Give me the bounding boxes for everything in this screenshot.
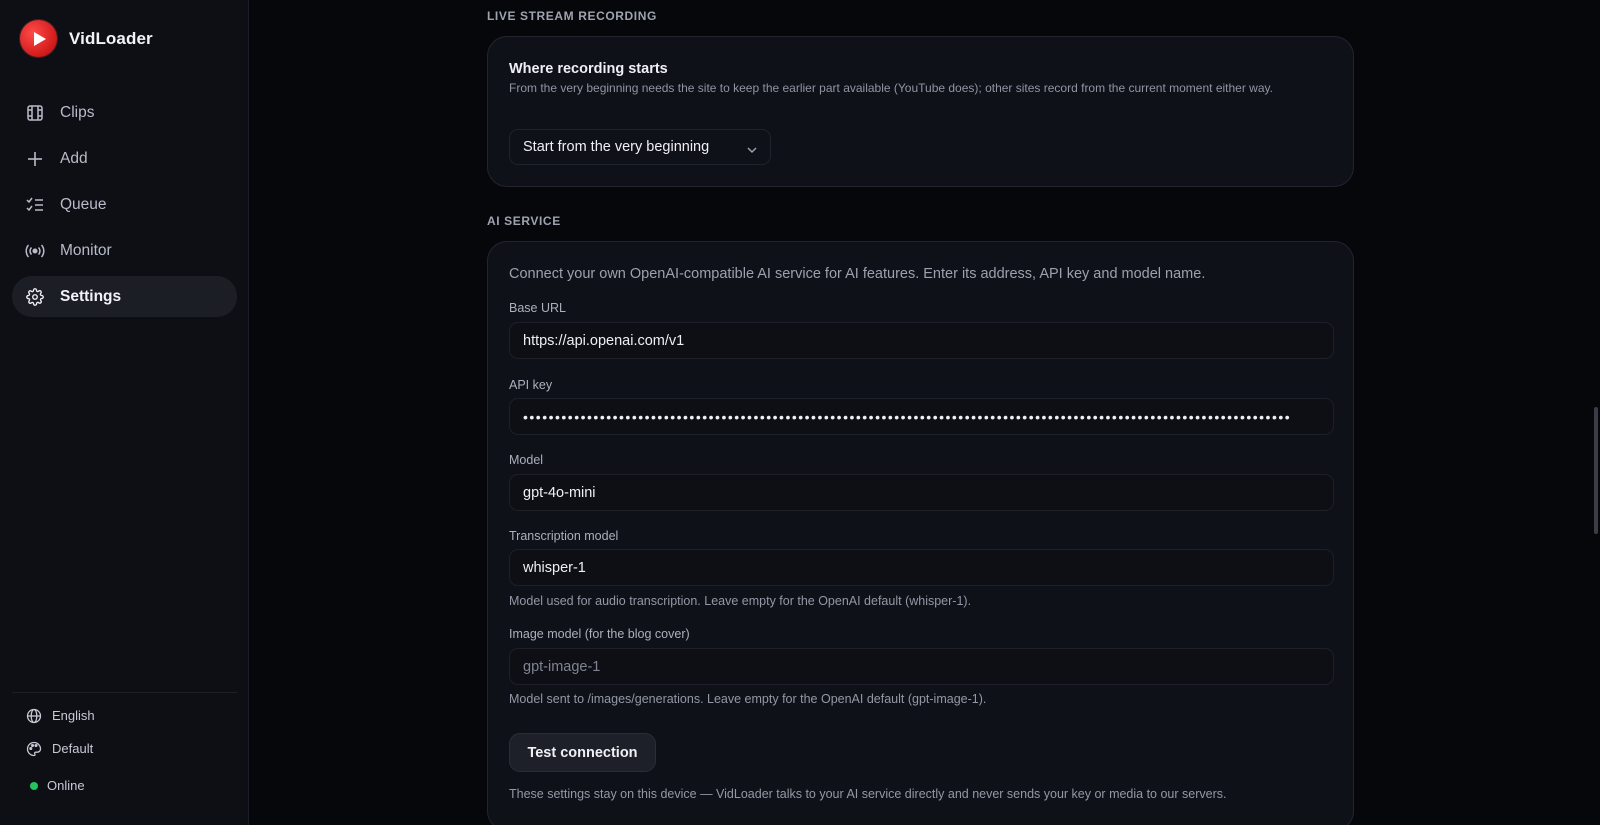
chevron-down-icon bbox=[746, 142, 758, 158]
sidebar-item-label: Queue bbox=[60, 195, 107, 213]
gear-icon bbox=[25, 287, 45, 307]
base-url-input[interactable]: https://api.openai.com/v1 bbox=[509, 322, 1334, 359]
image-model-input[interactable]: gpt-image-1 bbox=[509, 648, 1334, 685]
test-connection-button[interactable]: Test connection bbox=[509, 733, 656, 772]
settings-main: LIVE STREAM RECORDING Where recording st… bbox=[250, 0, 1600, 825]
image-model-label: Image model (for the blog cover) bbox=[509, 627, 690, 641]
sidebar-footer: English Default Online bbox=[12, 692, 237, 802]
select-value: Start from the very beginning bbox=[523, 139, 710, 155]
ai-service-intro: Connect your own OpenAI-compatible AI se… bbox=[509, 266, 1206, 282]
status-dot bbox=[30, 781, 38, 790]
app-logo-icon bbox=[20, 20, 57, 57]
app-name: VidLoader bbox=[69, 28, 153, 48]
connection-status: Online bbox=[12, 769, 237, 802]
sidebar-item-clips[interactable]: Clips bbox=[12, 92, 237, 133]
image-model-hint: Model sent to /images/generations. Leave… bbox=[509, 692, 987, 706]
language-label: English bbox=[52, 708, 95, 723]
setting-description: From the very beginning needs the site t… bbox=[509, 81, 1273, 95]
transcription-model-input[interactable]: whisper-1 bbox=[509, 549, 1334, 586]
model-label: Model bbox=[509, 453, 544, 467]
language-switcher[interactable]: English bbox=[12, 699, 237, 732]
scrollbar-thumb[interactable] bbox=[1594, 407, 1598, 534]
sidebar-item-settings[interactable]: Settings bbox=[12, 276, 237, 317]
status-label: Online bbox=[47, 778, 85, 793]
ai-service-card: Connect your own OpenAI-compatible AI se… bbox=[487, 241, 1354, 825]
setting-title: Where recording starts bbox=[509, 61, 668, 77]
sidebar: VidLoader Clips Add Queue Monitor Settin… bbox=[0, 0, 249, 825]
film-icon bbox=[25, 103, 45, 123]
api-key-input[interactable]: ••••••••••••••••••••••••••••••••••••••••… bbox=[509, 398, 1334, 435]
plus-icon bbox=[25, 149, 45, 169]
section-title-ai-service: AI SERVICE bbox=[487, 214, 561, 228]
base-url-label: Base URL bbox=[509, 301, 566, 315]
privacy-note: These settings stay on this device — Vid… bbox=[509, 787, 1227, 801]
recording-start-select[interactable]: Start from the very beginning bbox=[509, 129, 771, 165]
broadcast-icon bbox=[25, 241, 45, 261]
sidebar-nav: Clips Add Queue Monitor Settings bbox=[12, 92, 237, 322]
sidebar-item-label: Add bbox=[60, 149, 88, 167]
list-check-icon bbox=[25, 195, 45, 215]
sidebar-item-label: Monitor bbox=[60, 241, 112, 259]
transcription-model-label: Transcription model bbox=[509, 529, 619, 543]
sidebar-item-label: Settings bbox=[60, 287, 122, 305]
model-input[interactable]: gpt-4o-mini bbox=[509, 474, 1334, 511]
theme-label: Default bbox=[52, 741, 94, 756]
brand[interactable]: VidLoader bbox=[20, 20, 153, 57]
section-title-live-stream: LIVE STREAM RECORDING bbox=[487, 9, 657, 23]
sidebar-item-monitor[interactable]: Monitor bbox=[12, 230, 237, 271]
sidebar-item-label: Clips bbox=[60, 103, 95, 121]
transcription-hint: Model used for audio transcription. Leav… bbox=[509, 594, 972, 608]
globe-icon bbox=[25, 707, 43, 725]
sidebar-item-add[interactable]: Add bbox=[12, 138, 237, 179]
live-stream-card: Where recording starts From the very beg… bbox=[487, 36, 1354, 187]
palette-icon bbox=[25, 740, 43, 758]
sidebar-item-queue[interactable]: Queue bbox=[12, 184, 237, 225]
theme-switcher[interactable]: Default bbox=[12, 732, 237, 765]
api-key-label: API key bbox=[509, 378, 553, 392]
